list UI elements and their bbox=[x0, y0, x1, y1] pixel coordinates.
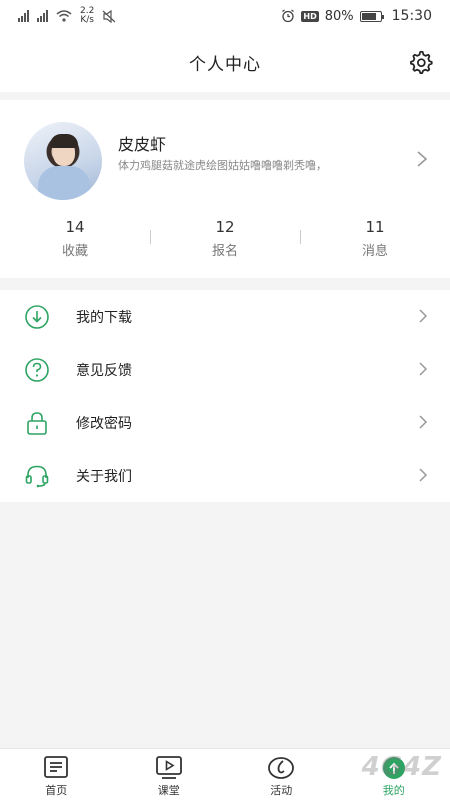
net-speed: 2.2 K/s bbox=[80, 6, 95, 25]
avatar[interactable] bbox=[24, 122, 102, 200]
download-icon bbox=[25, 305, 49, 329]
stat-value: 11 bbox=[365, 218, 385, 236]
menu-item-label: 修改密码 bbox=[76, 416, 132, 432]
battery-percent: 80% bbox=[324, 8, 354, 24]
stat-value: 14 bbox=[65, 218, 85, 236]
page-header: 个人中心 bbox=[0, 32, 450, 92]
wifi-icon bbox=[56, 10, 72, 22]
watermark: 4G4Z bbox=[361, 752, 442, 782]
menu-item-label: 意见反馈 bbox=[76, 363, 132, 379]
headset-icon bbox=[25, 465, 49, 488]
tab-label: 首页 bbox=[45, 784, 68, 797]
tab-activity[interactable]: 活动 bbox=[225, 749, 338, 800]
stats-divider bbox=[150, 230, 151, 244]
chevron-right-icon bbox=[419, 309, 428, 323]
gear-icon[interactable] bbox=[408, 49, 434, 75]
stats-divider bbox=[300, 230, 301, 244]
battery-icon bbox=[359, 10, 384, 22]
status-bar: 2.2 K/s HD 80% 15:30 bbox=[0, 0, 450, 32]
question-icon bbox=[25, 358, 49, 382]
chevron-right-icon bbox=[419, 362, 428, 376]
profile-bio: 体力鸡腿菇就途虎绘图姑姑噜噜噜剃秃噜， bbox=[118, 159, 327, 172]
tab-label: 课堂 bbox=[157, 784, 180, 797]
tab-label: 活动 bbox=[270, 784, 293, 797]
profile-card: 皮皮虾 体力鸡腿菇就途虎绘图姑姑噜噜噜剃秃噜， 14 收藏 12 报名 11 消… bbox=[0, 100, 450, 278]
chevron-right-icon bbox=[419, 468, 428, 482]
menu-item-label: 我的下载 bbox=[76, 310, 132, 326]
stat-label: 消息 bbox=[361, 244, 388, 259]
stat-registrations[interactable]: 12 报名 bbox=[150, 218, 300, 268]
hd-badge: HD bbox=[301, 10, 319, 22]
menu-item-feedback[interactable]: 意见反馈 bbox=[0, 343, 450, 396]
tab-home[interactable]: 首页 bbox=[0, 749, 113, 800]
clock: 15:30 bbox=[391, 8, 432, 24]
stat-label: 报名 bbox=[211, 244, 238, 259]
chevron-right-icon bbox=[419, 415, 428, 429]
settings-menu: 我的下载 意见反馈 修改密码 关于我们 bbox=[0, 290, 450, 502]
activity-icon bbox=[268, 757, 295, 779]
stat-favorites[interactable]: 14 收藏 bbox=[0, 218, 150, 268]
menu-item-downloads[interactable]: 我的下载 bbox=[0, 290, 450, 343]
home-doc-icon bbox=[44, 756, 69, 778]
chevron-right-icon[interactable] bbox=[416, 150, 428, 168]
signal-icon bbox=[18, 10, 29, 22]
menu-item-change-password[interactable]: 修改密码 bbox=[0, 396, 450, 449]
stat-value: 12 bbox=[215, 218, 235, 236]
tab-classroom[interactable]: 课堂 bbox=[113, 749, 226, 800]
page-title: 个人中心 bbox=[189, 54, 261, 75]
username: 皮皮虾 bbox=[118, 135, 167, 154]
mute-icon bbox=[102, 9, 116, 23]
lock-icon bbox=[27, 412, 47, 435]
stats-row: 14 收藏 12 报名 11 消息 bbox=[0, 218, 450, 268]
video-play-icon bbox=[155, 756, 182, 779]
menu-item-label: 关于我们 bbox=[76, 469, 132, 485]
signal-icon-2 bbox=[37, 10, 48, 22]
stat-messages[interactable]: 11 消息 bbox=[300, 218, 450, 268]
menu-item-about-us[interactable]: 关于我们 bbox=[0, 449, 450, 502]
tab-label: 我的 bbox=[382, 784, 405, 797]
stat-label: 收藏 bbox=[61, 244, 88, 259]
alarm-icon bbox=[282, 9, 295, 23]
